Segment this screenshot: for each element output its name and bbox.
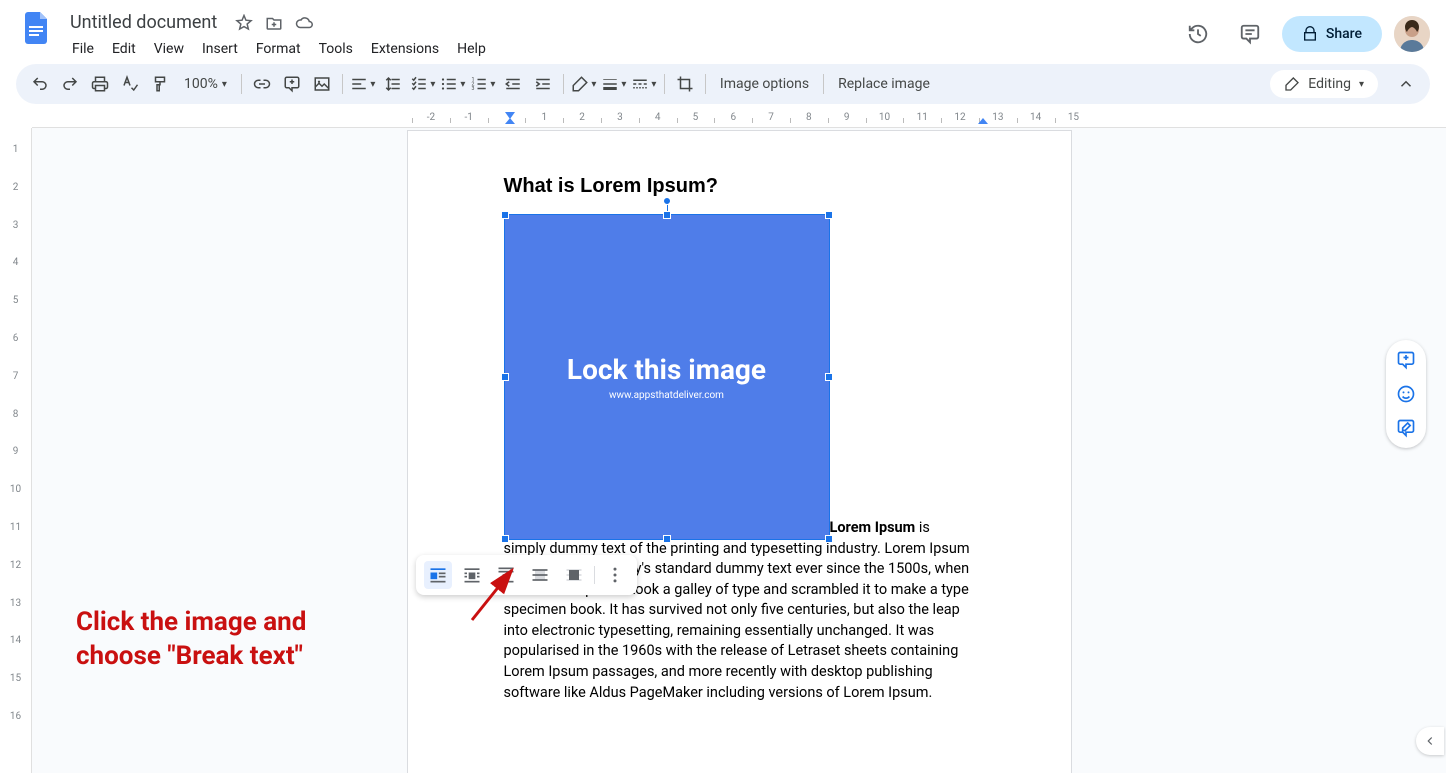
horizontal-ruler[interactable]: -2-1123456789101112131415 [32, 112, 1446, 128]
wrap-text-button[interactable] [458, 561, 486, 589]
show-side-panel-button[interactable] [1416, 727, 1444, 755]
resize-handle-tm[interactable] [663, 211, 671, 219]
bulleted-list-dropdown[interactable]: ▾ [439, 70, 467, 98]
resize-handle-mr[interactable] [825, 373, 833, 381]
lock-icon [1302, 26, 1318, 42]
insert-link-button[interactable] [248, 70, 276, 98]
svg-text:3: 3 [472, 86, 475, 92]
print-button[interactable] [86, 70, 114, 98]
align-dropdown[interactable]: ▾ [349, 70, 377, 98]
title-area: Untitled document File Edit View Insert … [64, 8, 1178, 61]
header-right: Share [1178, 8, 1430, 54]
main-toolbar: 100%▾ ▾ ▾ ▾ 123▾ ▾ ▾ ▾ Image options Rep… [16, 64, 1430, 104]
document-page: What is Lorem Ipsum? Lock this image www… [407, 130, 1072, 773]
menu-insert[interactable]: Insert [194, 37, 246, 61]
crop-button[interactable] [671, 70, 699, 98]
image-options-button[interactable]: Image options [712, 70, 817, 98]
pencil-icon [1284, 76, 1300, 92]
menu-file[interactable]: File [64, 37, 102, 61]
border-color-dropdown[interactable]: ▾ [570, 70, 598, 98]
resize-handle-bm[interactable] [663, 535, 671, 543]
editing-mode-dropdown[interactable]: Editing ▾ [1270, 70, 1378, 98]
decrease-indent-button[interactable] [499, 70, 527, 98]
resize-handle-bl[interactable] [501, 535, 509, 543]
increase-indent-button[interactable] [529, 70, 557, 98]
app-header: Untitled document File Edit View Insert … [0, 0, 1446, 64]
paint-format-button[interactable] [146, 70, 174, 98]
document-canvas[interactable]: What is Lorem Ipsum? Lock this image www… [32, 128, 1446, 773]
doc-title[interactable]: Untitled document [64, 10, 223, 35]
resize-handle-tr[interactable] [825, 211, 833, 219]
side-action-toolbar [1386, 340, 1426, 448]
border-weight-dropdown[interactable]: ▾ [600, 70, 628, 98]
menu-bar: File Edit View Insert Format Tools Exten… [64, 37, 1178, 61]
image-wrap-toolbar [416, 555, 637, 595]
move-icon[interactable] [265, 14, 283, 32]
behind-text-button[interactable] [526, 561, 554, 589]
wrap-inline-button[interactable] [424, 561, 452, 589]
star-icon[interactable] [235, 14, 253, 32]
image-subcaption: www.appsthatdeliver.com [609, 390, 724, 401]
resize-handle-tl[interactable] [501, 211, 509, 219]
share-label: Share [1326, 26, 1362, 42]
undo-button[interactable] [26, 70, 54, 98]
spellcheck-button[interactable] [116, 70, 144, 98]
menu-view[interactable]: View [146, 37, 192, 61]
user-avatar[interactable] [1394, 16, 1430, 52]
border-dash-dropdown[interactable]: ▾ [630, 70, 658, 98]
insert-image-button[interactable] [308, 70, 336, 98]
line-spacing-button[interactable] [379, 70, 407, 98]
document-image[interactable]: Lock this image www.appsthatdeliver.com [504, 214, 830, 540]
resize-handle-br[interactable] [825, 535, 833, 543]
numbered-list-dropdown[interactable]: 123▾ [469, 70, 497, 98]
share-button[interactable]: Share [1282, 16, 1382, 52]
wrap-more-options-button[interactable] [601, 561, 629, 589]
emoji-react-button[interactable] [1392, 380, 1420, 408]
resize-handle-ml[interactable] [501, 373, 509, 381]
tutorial-annotation: Click the image and choose "Break text" [76, 606, 306, 674]
menu-tools[interactable]: Tools [311, 37, 361, 61]
comments-icon[interactable] [1230, 14, 1270, 54]
history-icon[interactable] [1178, 14, 1218, 54]
suggest-edits-button[interactable] [1392, 414, 1420, 442]
menu-extensions[interactable]: Extensions [363, 37, 447, 61]
replace-image-button[interactable]: Replace image [830, 70, 938, 98]
doc-heading[interactable]: What is Lorem Ipsum? [504, 175, 975, 198]
in-front-text-button[interactable] [560, 561, 588, 589]
selected-image-container: Lock this image www.appsthatdeliver.com [504, 214, 975, 540]
add-comment-button[interactable] [278, 70, 306, 98]
add-comment-side-button[interactable] [1392, 346, 1420, 374]
right-indent-marker[interactable] [978, 118, 988, 128]
rotate-handle[interactable] [663, 197, 671, 205]
left-indent-marker[interactable] [505, 118, 515, 128]
collapse-toolbar-button[interactable] [1392, 70, 1420, 98]
break-text-button[interactable] [492, 561, 520, 589]
menu-help[interactable]: Help [449, 37, 494, 61]
zoom-dropdown[interactable]: 100%▾ [176, 70, 235, 98]
menu-format[interactable]: Format [248, 37, 309, 61]
checklist-dropdown[interactable]: ▾ [409, 70, 437, 98]
vertical-ruler[interactable]: 12345678910111213141516 [0, 128, 32, 773]
image-caption: Lock this image [567, 353, 766, 386]
body-paragraph[interactable]: Lorem Ipsum is simply dummy text of the … [504, 518, 975, 703]
cloud-status-icon[interactable] [295, 14, 313, 32]
redo-button[interactable] [56, 70, 84, 98]
docs-logo[interactable] [16, 8, 56, 48]
menu-edit[interactable]: Edit [104, 37, 144, 61]
